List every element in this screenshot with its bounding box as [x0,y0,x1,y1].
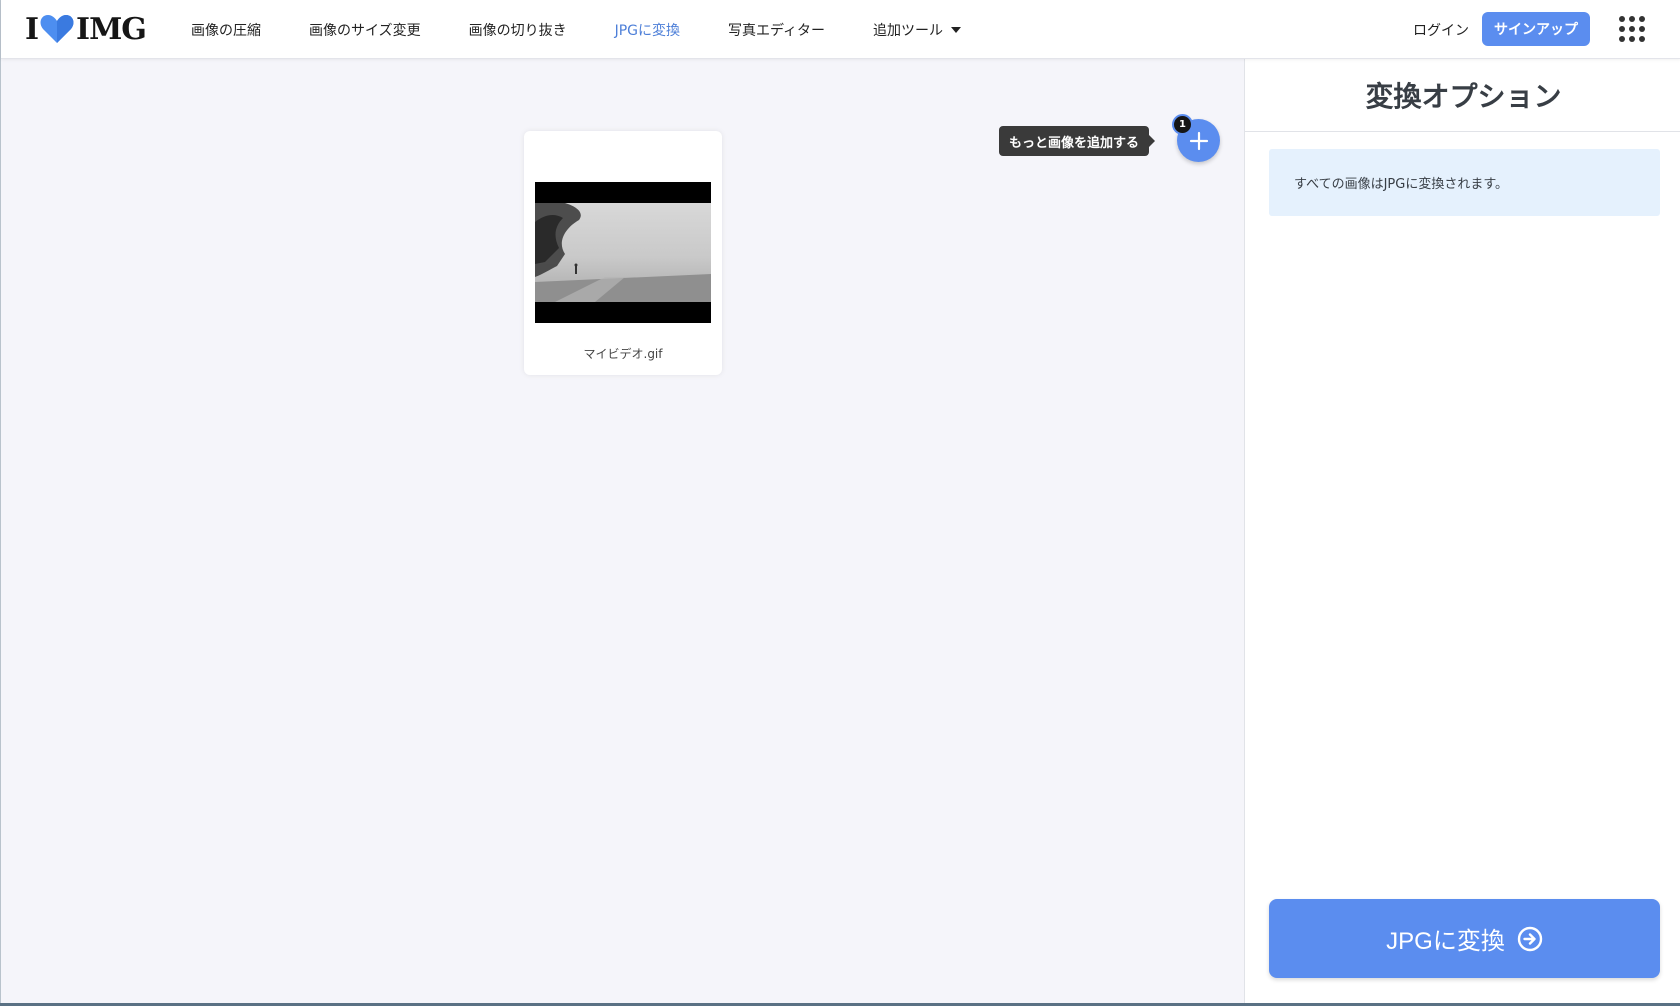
logo[interactable]: I IMG [25,11,147,47]
foggy-landscape-image [535,182,711,323]
nav-more-tools-label: 追加ツール [873,22,944,39]
sidebar-title: 変換オプション [1245,59,1680,132]
options-sidebar: 変換オプション すべての画像はJPGに変換されます。 JPGに変換 [1244,59,1680,1003]
workspace: マイビデオ.gif もっと画像を追加する 1 [1,59,1244,1003]
logo-letter-i: I [25,11,39,47]
login-link[interactable]: ログイン [1413,20,1469,40]
nav-photo-editor[interactable]: 写真エディター [728,20,825,40]
signup-button[interactable]: サインアップ [1482,12,1590,46]
info-message: すべての画像はJPGに変換されます。 [1269,149,1660,216]
nav-crop[interactable]: 画像の切り抜き [469,20,567,40]
main-nav: 画像の圧縮 画像のサイズ変更 画像の切り抜き JPGに変換 写真エディター 追加… [191,0,1009,59]
file-count-badge: 1 [1172,114,1193,135]
file-card[interactable]: マイビデオ.gif [524,131,722,375]
file-name: マイビデオ.gif [583,347,663,361]
nav-photo-editor-label: 写真エディター [728,22,826,39]
nav-convert-jpg-label: JPGに変換 [614,22,681,39]
convert-to-jpg-button[interactable]: JPGに変換 [1269,899,1660,978]
nav-resize-label: 画像のサイズ変更 [309,22,421,39]
heart-logo-icon [40,15,74,43]
nav-crop-label: 画像の切り抜き [468,22,567,39]
logo-text-img: IMG [76,11,147,47]
plus-icon [1189,131,1208,150]
arrow-circle-right-icon [1517,926,1543,951]
nav-resize[interactable]: 画像のサイズ変更 [309,20,421,40]
apps-grid-icon[interactable] [1619,16,1645,42]
nav-compress-label: 画像の圧縮 [191,22,261,39]
app-page: I IMG 画像の圧縮 画像のサイズ変更 画像の切り抜き JPGに変換 写真エデ… [0,0,1680,1003]
nav-more-tools[interactable]: 追加ツール [873,20,962,40]
add-more-tooltip: もっと画像を追加する [999,126,1156,156]
nav-convert-jpg[interactable]: JPGに変換 [615,20,680,40]
top-header: I IMG 画像の圧縮 画像のサイズ変更 画像の切り抜き JPGに変換 写真エデ… [1,0,1680,59]
file-thumbnail [535,182,711,323]
nav-compress[interactable]: 画像の圧縮 [191,20,261,40]
convert-button-label: JPGに変換 [1386,928,1505,955]
caret-down-icon [951,26,962,33]
